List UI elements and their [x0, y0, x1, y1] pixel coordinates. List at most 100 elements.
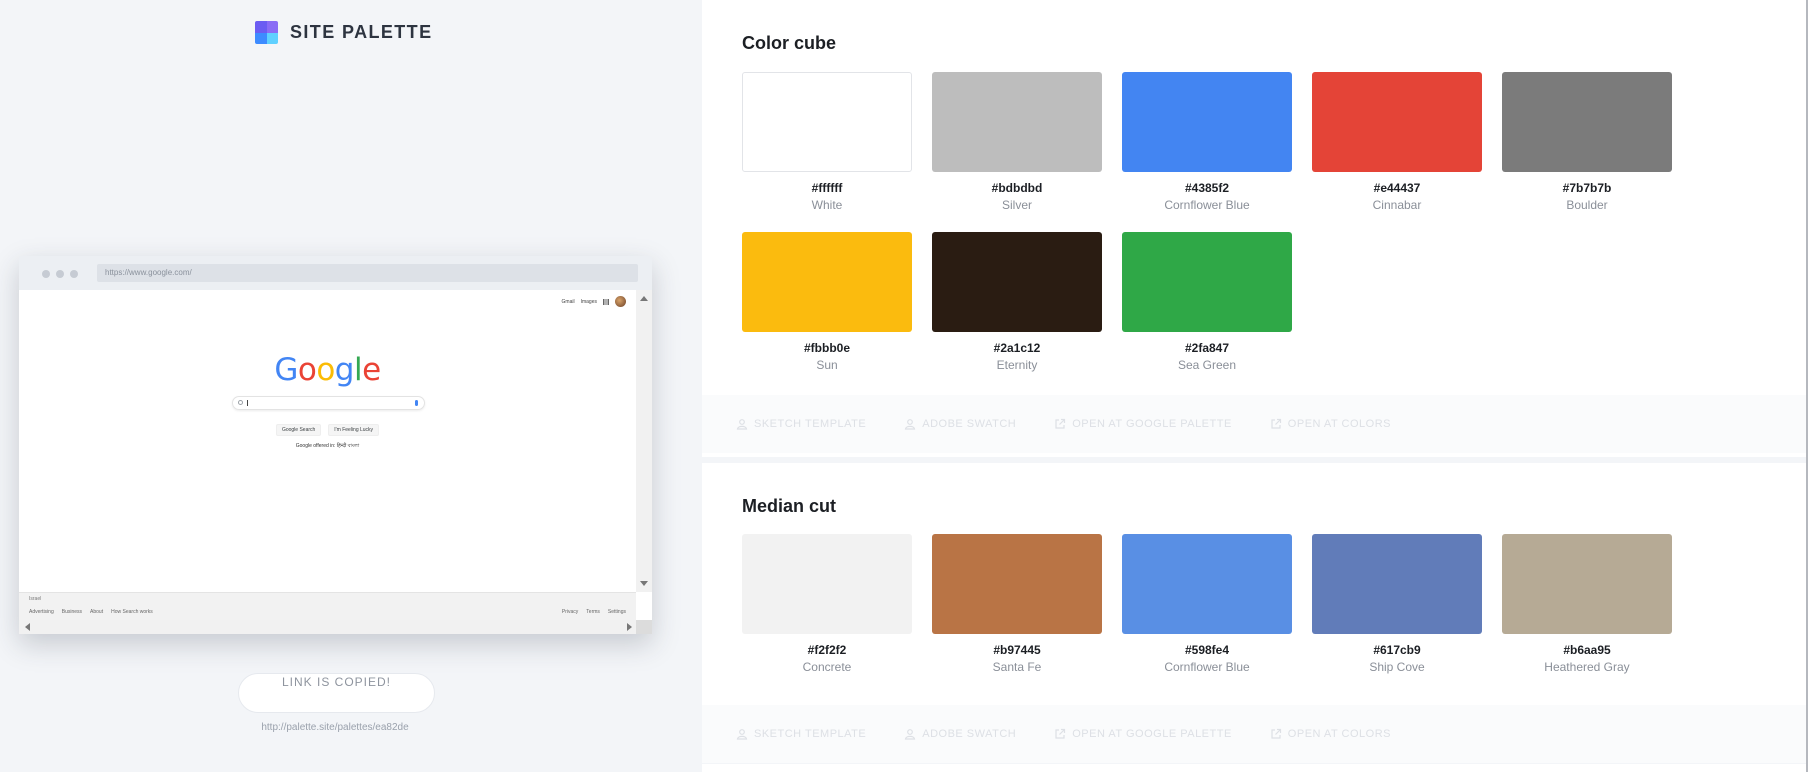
- swatch-name: Eternity: [996, 358, 1038, 372]
- google-search-button: Google Search: [275, 424, 322, 436]
- color-chip[interactable]: [1122, 72, 1292, 172]
- scroll-left-icon: [25, 623, 30, 631]
- google-buttons: Google Search I'm Feeling Lucky: [19, 424, 636, 436]
- palettes-panel: Color cube #ffffff White #bdbdbd Silver …: [702, 0, 1808, 772]
- gmail-link: Gmail: [561, 298, 575, 305]
- color-chip[interactable]: [932, 232, 1102, 332]
- swatch[interactable]: #617cb9 Ship Cove: [1312, 534, 1482, 674]
- preview-vertical-scrollbar: [636, 290, 652, 592]
- browser-toolbar: https://www.google.com/: [19, 256, 652, 290]
- open-colors-button[interactable]: OPEN AT COLORS: [1270, 418, 1391, 430]
- color-chip[interactable]: [932, 72, 1102, 172]
- color-chip[interactable]: [1312, 72, 1482, 172]
- swatch[interactable]: #7b7b7b Boulder: [1502, 72, 1672, 212]
- link-copied-button[interactable]: LINK IS COPIED!: [238, 673, 435, 713]
- color-chip[interactable]: [742, 232, 912, 332]
- search-icon: [238, 400, 243, 405]
- swatch-name: Sea Green: [1177, 358, 1237, 372]
- swatch[interactable]: #2fa847 Sea Green: [1122, 232, 1292, 372]
- color-chip[interactable]: [1312, 534, 1482, 634]
- color-chip[interactable]: [1502, 72, 1672, 172]
- swatch-hex: #ffffff: [811, 181, 843, 195]
- brand-name: SITE PALETTE: [290, 22, 433, 42]
- sketch-template-button[interactable]: SKETCH TEMPLATE: [736, 728, 866, 740]
- browser-page: Gmail Images Google Google Search I'm Fe…: [19, 290, 636, 592]
- window-dots-icon: [42, 270, 78, 278]
- open-colors-button[interactable]: OPEN AT COLORS: [1270, 728, 1391, 740]
- palette-median-cut: Median cut #f2f2f2 Concrete #b97445 Sant…: [702, 463, 1806, 763]
- external-link-icon: [1271, 418, 1281, 429]
- swatch-name: Cornflower Blue: [1164, 660, 1250, 674]
- sketch-template-button[interactable]: SKETCH TEMPLATE: [736, 418, 866, 430]
- site-palette-logo-icon: [255, 21, 278, 44]
- microphone-icon: [415, 400, 418, 406]
- swatch-name: Santa Fe: [992, 660, 1042, 674]
- footer-right-links: Privacy Terms Settings: [561, 609, 626, 615]
- avatar: [615, 296, 626, 307]
- google-footer: Israel Advertising Business About How Se…: [19, 592, 636, 620]
- user-icon: [736, 419, 748, 430]
- swatch[interactable]: #4385f2 Cornflower Blue: [1122, 72, 1292, 212]
- swatch-hex: #4385f2: [1184, 181, 1230, 195]
- swatch[interactable]: #ffffff White: [742, 72, 912, 212]
- swatch[interactable]: #b6aa95 Heathered Gray: [1502, 534, 1672, 674]
- color-chip[interactable]: [1122, 534, 1292, 634]
- palette-actions: SKETCH TEMPLATE ADOBE SWATCH OPEN AT GOO…: [702, 395, 1806, 453]
- swatch-name: Silver: [1001, 198, 1032, 212]
- swatch-name: Heathered Gray: [1544, 660, 1630, 674]
- browser-url-bar: https://www.google.com/: [97, 264, 638, 282]
- color-chip[interactable]: [932, 534, 1102, 634]
- external-link-icon: [1055, 728, 1066, 739]
- swatch-hex: #b6aa95: [1563, 643, 1611, 657]
- swatch[interactable]: #b97445 Santa Fe: [932, 534, 1102, 674]
- swatch-name: Cinnabar: [1372, 198, 1422, 212]
- swatch-name: Sun: [816, 358, 838, 372]
- scroll-down-icon: [640, 581, 648, 586]
- text-caret: [247, 400, 248, 406]
- swatch-hex: #b97445: [993, 643, 1041, 657]
- external-link-icon: [1271, 728, 1281, 739]
- palette-link[interactable]: http://palette.site/palettes/ea82de: [0, 722, 670, 733]
- swatch[interactable]: #f2f2f2 Concrete: [742, 534, 912, 674]
- user-icon: [905, 419, 916, 430]
- swatch-name: Ship Cove: [1369, 660, 1425, 674]
- scroll-right-icon: [627, 623, 632, 631]
- swatch-hex: #f2f2f2: [807, 643, 847, 657]
- swatch-hex: #7b7b7b: [1562, 181, 1612, 195]
- color-chip[interactable]: [1502, 534, 1672, 634]
- swatch[interactable]: #fbbb0e Sun: [742, 232, 912, 372]
- swatch-hex: #598fe4: [1184, 643, 1230, 657]
- apps-grid-icon: [603, 298, 609, 305]
- left-panel: SITE PALETTE https://www.google.com/ Gma…: [0, 0, 702, 772]
- open-google-palette-button[interactable]: OPEN AT GOOGLE PALETTE: [1054, 418, 1232, 430]
- footer-country: Israel: [29, 596, 42, 602]
- images-link: Images: [580, 298, 597, 305]
- scroll-up-icon: [640, 296, 648, 301]
- brand[interactable]: SITE PALETTE: [255, 21, 432, 44]
- swatch[interactable]: #bdbdbd Silver: [932, 72, 1102, 212]
- swatch-hex: #fbbb0e: [803, 341, 850, 355]
- external-link-icon: [1055, 418, 1066, 429]
- swatch-hex: #2a1c12: [993, 341, 1041, 355]
- swatch-hex: #e44437: [1373, 181, 1421, 195]
- palette-title: Color cube: [742, 33, 837, 53]
- open-google-palette-button[interactable]: OPEN AT GOOGLE PALETTE: [1054, 728, 1232, 740]
- google-logo: Google: [274, 352, 381, 388]
- adobe-swatch-button[interactable]: ADOBE SWATCH: [904, 418, 1016, 430]
- palette-actions: SKETCH TEMPLATE ADOBE SWATCH OPEN AT GOO…: [702, 705, 1806, 763]
- user-icon: [905, 729, 916, 740]
- google-search-box: [232, 396, 425, 410]
- color-chip[interactable]: [742, 534, 912, 634]
- swatch-name: Boulder: [1566, 198, 1608, 212]
- swatch-hex: #2fa847: [1184, 341, 1230, 355]
- adobe-swatch-button[interactable]: ADOBE SWATCH: [904, 728, 1016, 740]
- google-top-bar: Gmail Images: [562, 296, 626, 307]
- website-screenshot-preview: https://www.google.com/ Gmail Images Goo…: [19, 256, 652, 634]
- swatch-name: Concrete: [802, 660, 852, 674]
- color-chip[interactable]: [1122, 232, 1292, 332]
- swatch[interactable]: #e44437 Cinnabar: [1312, 72, 1482, 212]
- swatch[interactable]: #2a1c12 Eternity: [932, 232, 1102, 372]
- footer-left-links: Advertising Business About How Search wo…: [29, 609, 153, 615]
- swatch[interactable]: #598fe4 Cornflower Blue: [1122, 534, 1292, 674]
- color-chip[interactable]: [742, 72, 912, 172]
